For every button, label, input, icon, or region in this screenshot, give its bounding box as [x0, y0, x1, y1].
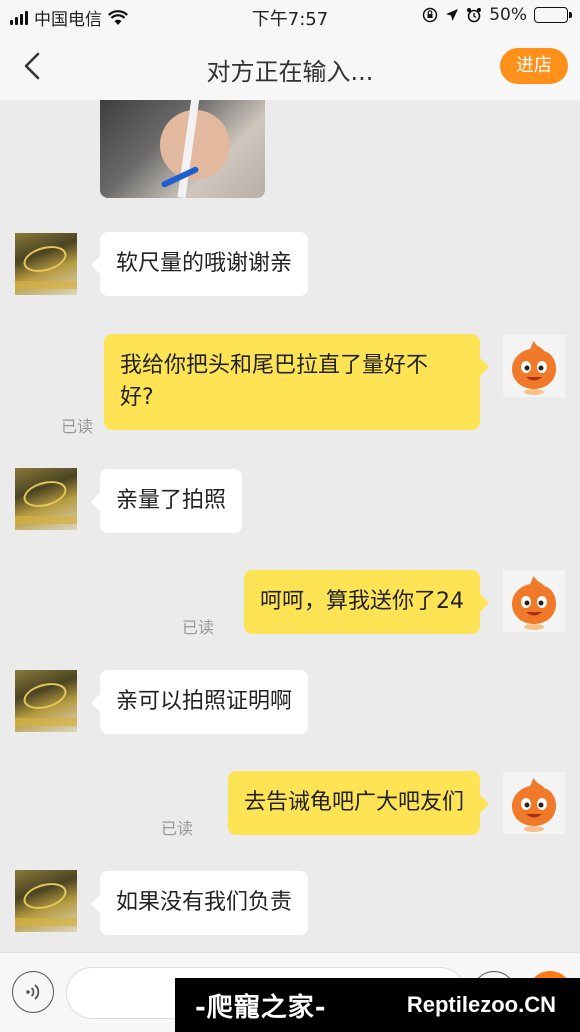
location-icon: [446, 9, 459, 21]
avatar[interactable]: [503, 772, 565, 834]
message-text: 亲量了拍照: [116, 488, 227, 513]
chat-area[interactable]: 软尺量的哦谢谢亲 我给你把头和尾巴拉直了量好不 好? 已读 亲量了拍照 呵呵，算…: [0, 100, 580, 952]
message-text: 呵呵，算我送你了24: [260, 589, 464, 614]
message-text: 亲可以拍照证明啊: [116, 689, 293, 714]
read-status: 已读: [161, 819, 194, 838]
message-text: 去告诫龟吧广大吧友们: [243, 790, 464, 815]
message-text: 如果没有我们负责: [116, 890, 293, 915]
watermark-cn: -爬寵之家-: [195, 992, 327, 1023]
message-bubble-received[interactable]: 如果没有我们负责: [90, 871, 309, 935]
rotation-lock-icon: [422, 7, 438, 23]
status-right: 50%: [422, 5, 572, 25]
watermark-banner: -爬寵之家- Reptilezoo.CN: [175, 978, 580, 1032]
avatar[interactable]: [15, 670, 77, 732]
watermark-en: Reptilezoo.CN: [406, 992, 556, 1017]
voice-icon: [26, 984, 40, 1000]
page-title: 对方正在输入...: [206, 58, 374, 86]
avatar[interactable]: [503, 570, 565, 632]
voice-button[interactable]: [12, 971, 54, 1013]
photo-message[interactable]: [100, 100, 265, 198]
mascot-avatar-icon: [512, 778, 556, 832]
avatar[interactable]: [15, 468, 77, 530]
enter-shop-button[interactable]: 进店: [500, 48, 568, 84]
nav-bar: 对方正在输入... 进店: [0, 32, 580, 100]
avatar[interactable]: [15, 233, 77, 295]
read-status: 已读: [61, 417, 94, 436]
avatar[interactable]: [503, 335, 565, 397]
message-text: 软尺量的哦谢谢亲: [116, 251, 293, 276]
battery-percent: 50%: [489, 5, 527, 25]
status-bar: 中国电信 下午7:57 50%: [0, 0, 580, 32]
message-bubble-sent[interactable]: 呵呵，算我送你了24: [244, 570, 489, 634]
battery-icon: [534, 7, 572, 23]
avatar[interactable]: [15, 870, 77, 932]
message-text-line: 我给你把头和尾巴拉直了量好不: [120, 353, 429, 378]
message-bubble-received[interactable]: 亲量了拍照: [90, 469, 243, 533]
mascot-avatar-icon: [512, 341, 556, 395]
message-bubble-received[interactable]: 软尺量的哦谢谢亲: [90, 232, 309, 296]
alarm-icon: [467, 8, 482, 23]
message-bubble-sent[interactable]: 我给你把头和尾巴拉直了量好不 好?: [104, 334, 489, 430]
message-bubble-received[interactable]: 亲可以拍照证明啊: [90, 670, 309, 734]
message-text-line: 好?: [120, 385, 154, 410]
read-status: 已读: [182, 618, 215, 637]
mascot-avatar-icon: [512, 576, 556, 630]
message-bubble-sent[interactable]: 去告诫龟吧广大吧友们: [227, 771, 490, 835]
